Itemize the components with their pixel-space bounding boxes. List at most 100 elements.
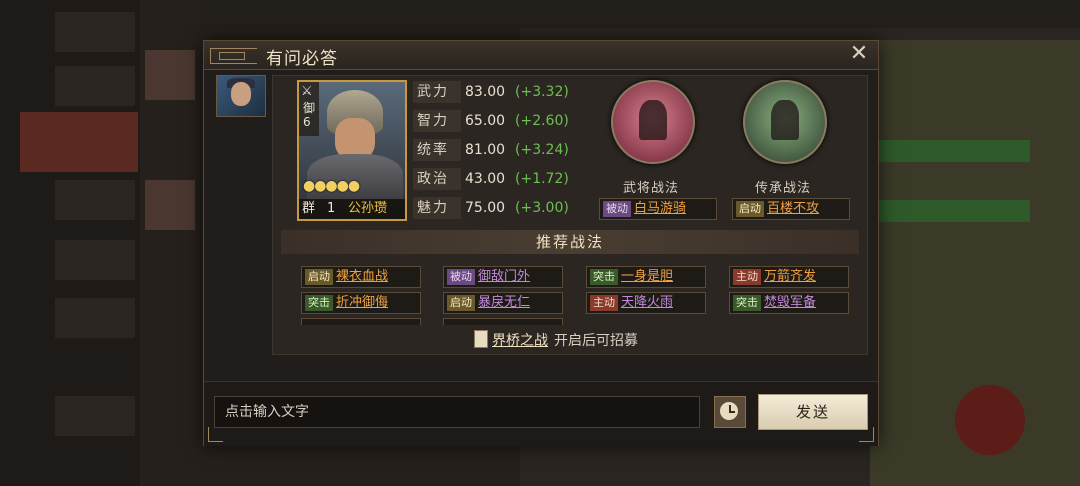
recommend-skill-chip[interactable]: 主动 天降火雨 — [586, 292, 706, 314]
stat-value: 75.00 — [465, 200, 506, 216]
skill-name[interactable]: 御敌门外 — [478, 267, 536, 287]
recommend-skill-chip[interactable]: 主动 万箭齐发 — [729, 266, 849, 288]
skill-name[interactable]: 天降火雨 — [621, 293, 679, 313]
title-ornament-icon — [210, 48, 257, 64]
skill-figure — [771, 100, 799, 140]
stat-value: 81.00 — [465, 142, 506, 158]
stat-label: 智力 — [413, 110, 461, 132]
recommend-skill-chip-clipped — [301, 318, 421, 325]
arms-type: 御 — [303, 101, 316, 115]
stat-row: 政治 43.00 (+1.72) — [413, 168, 583, 190]
background-item — [55, 298, 135, 338]
book-icon — [474, 330, 488, 348]
own-skill-title: 武将战法 — [622, 181, 679, 196]
skill-name[interactable]: 百楼不攻 — [767, 199, 825, 219]
skill-name[interactable]: 折冲御侮 — [336, 293, 394, 313]
stat-bonus: (+3.24) — [515, 142, 569, 158]
general-card[interactable]: ⚔ 御 6 ●●●●● 群 1 公孙瓒 — [297, 80, 407, 221]
avatar-face — [231, 82, 251, 106]
skill-name[interactable]: 万箭齐发 — [764, 267, 822, 287]
corner-ornament — [208, 427, 223, 442]
corner-ornament — [859, 427, 874, 442]
skill-type-tag: 突击 — [305, 295, 333, 311]
level-value: 1 — [327, 201, 336, 216]
cost-value: 6 — [303, 115, 311, 129]
stat-row: 武力 83.00 (+3.32) — [413, 81, 583, 103]
dialog-title: 有问必答 — [266, 49, 338, 69]
background-item — [55, 180, 135, 220]
stat-value: 65.00 — [465, 113, 506, 129]
stat-value: 43.00 — [465, 171, 506, 187]
skill-type-tag: 被动 — [603, 201, 631, 217]
skill-name[interactable]: 焚毁军备 — [764, 293, 822, 313]
background-item — [55, 396, 135, 436]
general-name: 公孙瓒 — [348, 201, 388, 216]
send-button[interactable]: 发送 — [758, 394, 868, 430]
skill-name[interactable]: 暴戾无仁 — [478, 293, 536, 313]
skill-type-tag: 主动 — [590, 295, 618, 311]
recommend-header: 推荐战法 — [281, 230, 859, 254]
warrior-skill-icon[interactable] — [743, 80, 827, 164]
arms-box: ⚔ 御 6 — [299, 82, 319, 136]
unlock-text: 开启后可招募 — [554, 333, 638, 349]
background-topbar — [200, 0, 1080, 28]
recommend-skill-chip[interactable]: 突击 一身是胆 — [586, 266, 706, 288]
skill-figure — [639, 100, 667, 140]
crossed-weapons-icon: ⚔ — [301, 84, 313, 99]
background-thumbnail — [145, 180, 195, 230]
answer-panel: ⚔ 御 6 ●●●●● 群 1 公孙瓒 武力 83.00 (+3.32) 智力 … — [272, 75, 868, 355]
background-item — [55, 66, 135, 106]
inherit-skill-chip[interactable]: 启动 百楼不攻 — [732, 198, 850, 220]
own-skill-chip[interactable]: 被动 白马游骑 — [599, 198, 717, 220]
recommend-skill-chip[interactable]: 启动 裸衣血战 — [301, 266, 421, 288]
input-bar: 发送 — [204, 381, 878, 446]
skill-name[interactable]: 一身是胆 — [621, 267, 679, 287]
stat-value: 83.00 — [465, 84, 506, 100]
stat-bonus: (+3.00) — [515, 200, 569, 216]
faction-label: 群 — [302, 201, 316, 216]
stat-row: 统率 81.00 (+3.24) — [413, 139, 583, 161]
stat-label: 政治 — [413, 168, 461, 190]
recommend-skill-chip[interactable]: 突击 折冲御侮 — [301, 292, 421, 314]
stat-bonus: (+3.32) — [515, 84, 569, 100]
skill-type-tag: 启动 — [736, 201, 764, 217]
stat-label: 魅力 — [413, 197, 461, 219]
background-bar — [870, 200, 1030, 222]
skill-type-tag: 突击 — [733, 295, 761, 311]
star-rating: ●●●●● — [303, 178, 360, 194]
background-button — [955, 385, 1025, 455]
inherit-skill-title: 传承战法 — [754, 181, 811, 196]
general-namebar: 群 1 公孙瓒 — [299, 199, 405, 219]
recommend-skill-chip[interactable]: 被动 御敌门外 — [443, 266, 563, 288]
skill-type-tag: 突击 — [590, 269, 618, 285]
background-sidebar — [0, 0, 140, 486]
background-item — [55, 240, 135, 280]
campaign-link[interactable]: 界桥之战 — [492, 333, 548, 349]
skill-name[interactable]: 白马游骑 — [634, 199, 692, 219]
recommend-skill-chip[interactable]: 启动 暴戾无仁 — [443, 292, 563, 314]
stat-label: 武力 — [413, 81, 461, 103]
background-bar — [870, 140, 1030, 162]
background-thumbnail — [145, 50, 195, 100]
message-input[interactable] — [214, 396, 700, 428]
skill-type-tag: 主动 — [733, 269, 761, 285]
background-item — [55, 12, 135, 52]
cavalry-archer-skill-icon[interactable] — [611, 80, 695, 164]
dialog-titlebar: 有问必答 ✕ — [204, 41, 878, 70]
skill-type-tag: 被动 — [447, 269, 475, 285]
stat-row: 智力 65.00 (+2.60) — [413, 110, 583, 132]
background-selected-item — [20, 112, 138, 172]
skill-name[interactable]: 裸衣血战 — [336, 267, 394, 287]
stat-row: 魅力 75.00 (+3.00) — [413, 197, 583, 219]
qa-dialog: 有问必答 ✕ ⚔ 御 6 ●●●●● 群 1 公孙瓒 武力 83.00 (+3.… — [203, 40, 879, 446]
advisor-avatar — [216, 75, 266, 117]
recommend-skill-chip[interactable]: 突击 焚毁军备 — [729, 292, 849, 314]
recommend-skill-chip-clipped — [443, 318, 563, 325]
clock-hand — [729, 411, 735, 413]
skill-type-tag: 启动 — [305, 269, 333, 285]
history-button[interactable] — [714, 396, 746, 428]
unlock-hint: 界桥之战 开启后可招募 — [474, 330, 638, 350]
stat-bonus: (+2.60) — [515, 113, 569, 129]
close-button[interactable]: ✕ — [848, 43, 870, 65]
skill-type-tag: 启动 — [447, 295, 475, 311]
